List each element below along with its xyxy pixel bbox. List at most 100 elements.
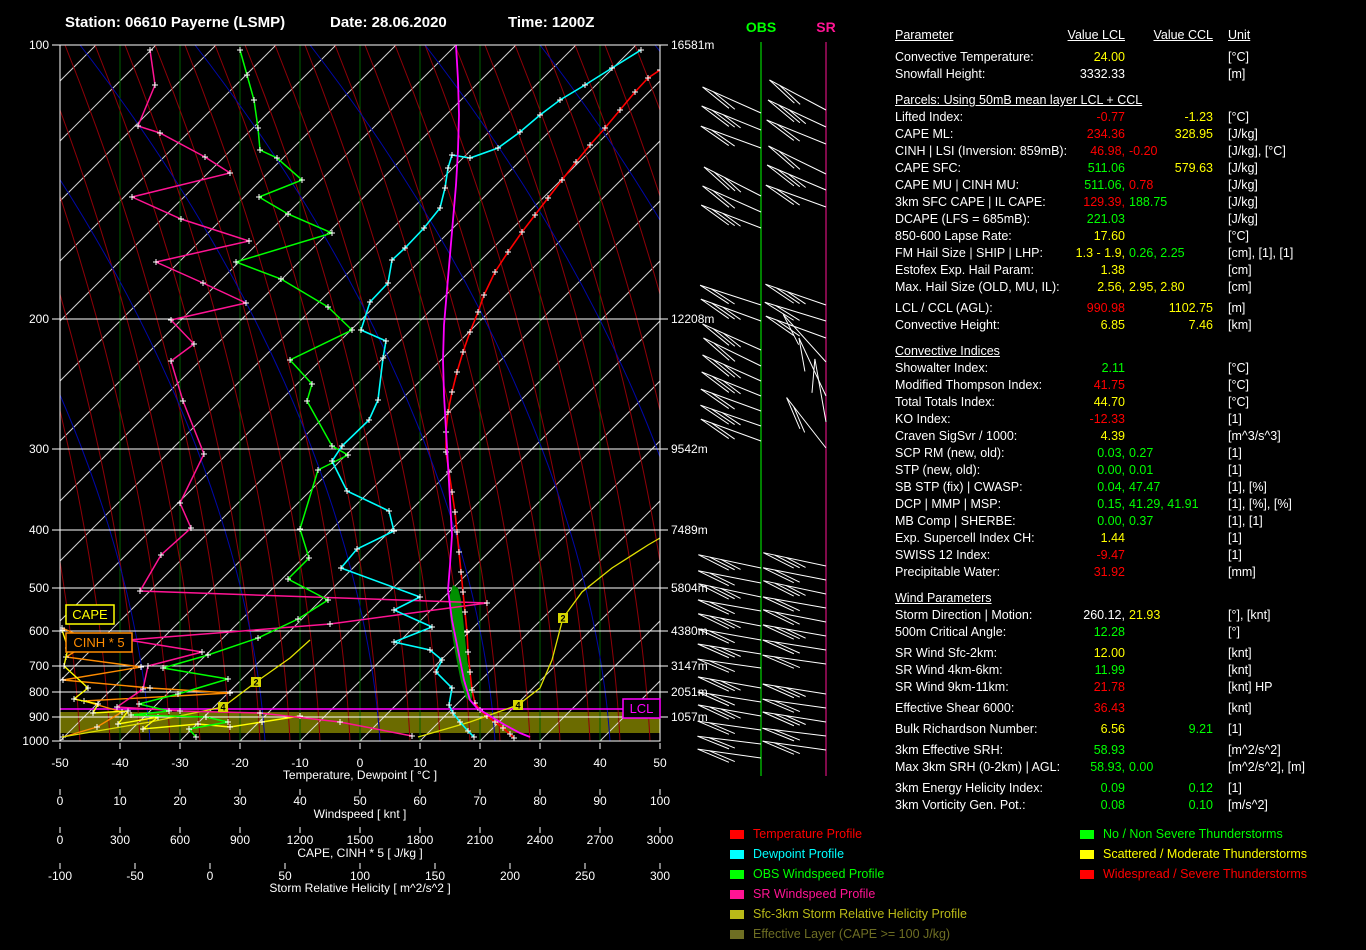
unit: [m^2/s^2]: [1228, 743, 1281, 757]
value-extra: 0.37: [1129, 514, 1154, 528]
legend-label: Temperature Profile: [753, 827, 863, 841]
param-label: DCP | MMP | MSP:: [895, 497, 1002, 511]
table-section-header: Convective Indices: [895, 344, 1000, 358]
unit: [1]: [1228, 781, 1242, 795]
legend-swatch: [730, 890, 744, 900]
dewpoint-profile: [329, 47, 644, 740]
sr-column-label: SR: [816, 19, 835, 35]
legend-item: Dewpoint Profile: [730, 844, 967, 864]
value-lcl: 21.78: [1093, 680, 1125, 694]
value-lcl: 511.06,: [1084, 178, 1125, 192]
unit: [m^3/s^3]: [1228, 429, 1281, 443]
value-extra: 41.29, 41.91: [1129, 497, 1199, 511]
value-lcl: -0.77: [1096, 110, 1126, 124]
sounding-app: 2 4 2 4 100 200 300 400 500 600 700 800 900 1000 16581…: [0, 0, 1366, 950]
param-label: STP (new, old):: [895, 463, 981, 477]
param-label: CAPE ML:: [895, 127, 954, 141]
param-label: MB Comp | SHERBE:: [895, 514, 1016, 528]
param-label: CINH | LSI (Inversion: 859mB):: [895, 144, 1068, 158]
x-tick-label: 20: [473, 756, 487, 770]
value-ccl: 7.46: [1188, 318, 1213, 332]
x-tick-label: 200: [500, 869, 520, 883]
param-label: Convective Temperature:: [895, 50, 1034, 64]
pressure-tick-label: 700: [29, 659, 49, 673]
x-tick-label: 3000: [647, 833, 674, 847]
value-extra: 47.47: [1129, 480, 1161, 494]
param-row: STP (new, old): 0.00, 0.01 [1]: [895, 462, 1366, 479]
x-tick-label: -40: [111, 756, 129, 770]
unit: [J/kg]: [1228, 178, 1258, 192]
value-lcl: 2.56,: [1097, 280, 1125, 294]
x-tick-label: 50: [653, 756, 667, 770]
legend-swatch: [1080, 870, 1094, 880]
x-tick-label: 80: [533, 794, 547, 808]
x-tick-label: -100: [48, 869, 72, 883]
value-ccl: -1.23: [1184, 110, 1214, 124]
value-ccl: 328.95: [1174, 127, 1213, 141]
unit: [1]: [1228, 446, 1242, 460]
param-label: 3km Effective SRH:: [895, 743, 1004, 757]
param-row: DCP | MMP | MSP: 0.15, 41.29, 41.91 [1], [%…: [895, 496, 1366, 513]
obs-windspeed-profile: [128, 47, 355, 740]
unit: [°C]: [1228, 50, 1249, 64]
param-row: Effective Shear 6000: 36.43 [knt]: [895, 700, 1366, 717]
value-lcl: 12.00: [1093, 646, 1125, 660]
x-axis-title: Storm Relative Helicity [ m^2/s^2 ]: [269, 881, 450, 895]
value-lcl: 234.36: [1086, 127, 1125, 141]
legend-label: Widespread / Severe Thunderstorms: [1103, 867, 1308, 881]
unit: [1], [%]: [1228, 480, 1267, 494]
value-ccl: 1102.75: [1168, 301, 1213, 315]
param-row: Exp. Supercell Index CH: 1.44 [1]: [895, 530, 1366, 547]
legend-swatch: [730, 870, 744, 880]
param-row: SR Wind 9km-11km: 21.78 [knt] HP: [895, 679, 1366, 696]
altitude-label: 5804m: [671, 581, 708, 595]
pressure-tick-label: 800: [29, 685, 49, 699]
unit: [°C]: [1228, 378, 1249, 392]
value-extra: 0.00: [1129, 760, 1154, 774]
unit: [°]: [1228, 625, 1240, 639]
x-axis-title: Temperature, Dewpoint [ °C ]: [283, 768, 437, 782]
legend-item: SR Windspeed Profile: [730, 884, 967, 904]
param-label: Estofex Exp. Hail Param:: [895, 263, 1034, 277]
legend-item: Widespread / Severe Thunderstorms: [1080, 864, 1307, 884]
unit: [°C]: [1228, 395, 1249, 409]
value-lcl: 0.09: [1100, 781, 1125, 795]
value-extra: -0.20: [1129, 144, 1158, 158]
legend-swatch: [730, 930, 744, 940]
param-label: 500m Critical Angle:: [895, 625, 1007, 639]
pressure-tick-label: 1000: [22, 734, 49, 748]
x-tick-label: 900: [230, 833, 250, 847]
x-tick-label: -50: [51, 756, 69, 770]
param-label: DCAPE (LFS = 685mB):: [895, 212, 1031, 226]
unit: [°], [knt]: [1228, 608, 1271, 622]
param-label: Bulk Richardson Number:: [895, 722, 1038, 736]
param-label: Precipitable Water:: [895, 565, 1001, 579]
value-lcl: -9.47: [1096, 548, 1126, 562]
legend-label: OBS Windspeed Profile: [753, 867, 885, 881]
altitude-label: 16581m: [671, 38, 714, 52]
unit: [mm]: [1228, 565, 1256, 579]
x-tick-label: 10: [113, 794, 127, 808]
legend-swatch: [1080, 830, 1094, 840]
legend-item: Effective Layer (CAPE >= 100 J/kg): [730, 924, 967, 944]
unit: [°C]: [1228, 361, 1249, 375]
date-title: Date: 28.06.2020: [330, 14, 447, 31]
param-row: Modified Thompson Index: 41.75 [°C]: [895, 377, 1366, 394]
param-row: CAPE ML: 234.36 328.95 [J/kg]: [895, 126, 1366, 143]
value-extra: 21.93: [1129, 608, 1161, 622]
pressure-tick-label: 900: [29, 710, 49, 724]
value-extra: 2.95, 2.80: [1129, 280, 1185, 294]
height-marker: 2: [560, 614, 565, 624]
x-tick-label: 70: [473, 794, 487, 808]
param-label: Total Totals Index:: [895, 395, 995, 409]
value-lcl: 511.06: [1087, 161, 1125, 175]
legend-label: Sfc-3km Storm Relative Helicity Profile: [753, 907, 967, 921]
x-tick-label: 40: [593, 756, 607, 770]
value-lcl: 11.99: [1094, 663, 1125, 677]
unit: [m^2/s^2], [m]: [1228, 760, 1306, 774]
legend-item: No / Non Severe Thunderstorms: [1080, 824, 1307, 844]
cape-label-box: CAPE: [72, 607, 108, 622]
value-extra: 0.01: [1129, 463, 1154, 477]
param-label: 850-600 Lapse Rate:: [895, 229, 1012, 243]
param-row: SCP RM (new, old): 0.03, 0.27 [1]: [895, 445, 1366, 462]
